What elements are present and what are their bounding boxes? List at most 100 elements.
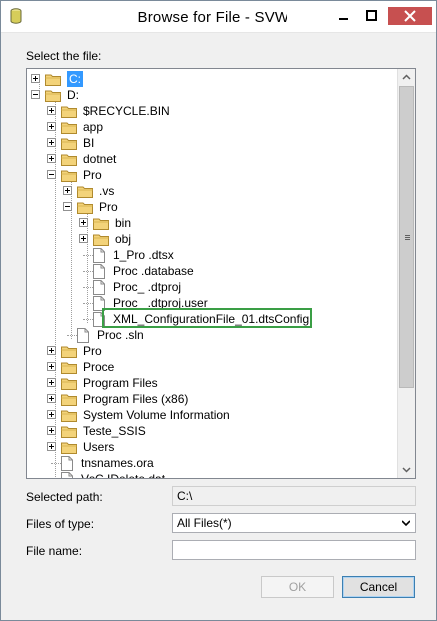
- expand-icon[interactable]: [47, 106, 56, 115]
- folder-icon: [61, 169, 77, 182]
- file-tree[interactable]: C: D: $RECYCLE.BIN app BI dotnet Pro .vs Pro bin o…: [26, 68, 416, 479]
- files-of-type-value: All Files(*): [177, 516, 232, 530]
- tree-item-label: Proc_ .dtproj: [113, 280, 182, 294]
- tree-scrollbar[interactable]: [397, 69, 415, 478]
- tree-folder-item[interactable]: $RECYCLE.BIN: [27, 103, 395, 119]
- expand-icon[interactable]: [47, 426, 56, 435]
- select-file-label: Select the file:: [26, 49, 102, 63]
- expand-icon[interactable]: [79, 234, 88, 243]
- folder-icon: [77, 201, 93, 214]
- highlight-annotation-box: [102, 308, 312, 328]
- tree-folder-item[interactable]: bin: [27, 215, 395, 231]
- folder-icon: [61, 137, 77, 150]
- chevron-up-icon: [402, 74, 411, 80]
- tree-folder-item[interactable]: Pro: [27, 343, 395, 359]
- tree-file-item[interactable]: tnsnames.ora: [27, 455, 395, 471]
- close-icon: [404, 10, 416, 22]
- tree-folder-item[interactable]: Teste_SSIS: [27, 423, 395, 439]
- tree-folder-item[interactable]: C:: [27, 71, 395, 87]
- folder-icon: [93, 217, 109, 230]
- file-icon: [77, 328, 89, 343]
- expand-icon[interactable]: [47, 410, 56, 419]
- tree-connector: [83, 319, 93, 320]
- tree-folder-item[interactable]: Program Files (x86): [27, 391, 395, 407]
- tree-item-label: 1_Pro .dtsx: [113, 248, 174, 262]
- expand-icon[interactable]: [47, 362, 56, 371]
- folder-icon: [77, 185, 93, 198]
- selected-path-field: C:\: [172, 486, 416, 506]
- tree-folder-item[interactable]: BI: [27, 135, 395, 151]
- maximize-button[interactable]: [358, 7, 385, 25]
- tree-folder-item[interactable]: obj: [27, 231, 395, 247]
- tree-folder-item[interactable]: Pro: [27, 167, 395, 183]
- expand-icon[interactable]: [79, 218, 88, 227]
- expand-icon[interactable]: [47, 138, 56, 147]
- tree-connector: [83, 271, 93, 272]
- tree-folder-item[interactable]: System Volume Information: [27, 407, 395, 423]
- tree-item-label: Users: [83, 440, 115, 454]
- expand-icon[interactable]: [47, 346, 56, 355]
- tree-item-label: System Volume Information: [83, 408, 230, 422]
- folder-icon: [61, 441, 77, 454]
- drive-folder-icon: [45, 89, 61, 102]
- folder-icon: [61, 153, 77, 166]
- folder-icon: [61, 409, 77, 422]
- tree-file-item[interactable]: Proc .database: [27, 263, 395, 279]
- tree-folder-item[interactable]: .vs: [27, 183, 395, 199]
- collapse-icon[interactable]: [47, 170, 56, 179]
- tree-item-label: $RECYCLE.BIN: [83, 104, 170, 118]
- folder-icon: [61, 121, 77, 134]
- folder-icon: [61, 345, 77, 358]
- tree-folder-item[interactable]: Program Files: [27, 375, 395, 391]
- expand-icon[interactable]: [63, 186, 72, 195]
- tree-item-label: BI: [83, 136, 95, 150]
- folder-icon: [93, 233, 109, 246]
- title-bar[interactable]: Browse for File - SVWS: [1, 1, 436, 33]
- tree-item-label: .vs: [99, 184, 115, 198]
- scroll-up-button[interactable]: [398, 69, 415, 86]
- expand-icon[interactable]: [47, 394, 56, 403]
- tree-file-item[interactable]: Proc .sln: [27, 327, 395, 343]
- tree-item-label: Teste_SSIS: [83, 424, 146, 438]
- tree-item-label: tnsnames.ora: [81, 456, 154, 470]
- file-icon: [61, 456, 73, 471]
- tree-file-item[interactable]: 1_Pro .dtsx: [27, 247, 395, 263]
- file-icon: [61, 472, 73, 478]
- tree-folder-item[interactable]: D:: [27, 87, 395, 103]
- scroll-down-button[interactable]: [398, 461, 415, 478]
- tree-folder-item[interactable]: dotnet: [27, 151, 395, 167]
- tree-connector: [83, 303, 93, 304]
- files-of-type-select[interactable]: All Files(*): [172, 513, 416, 533]
- tree-folder-item[interactable]: Pro: [27, 199, 395, 215]
- file-name-input[interactable]: [172, 540, 416, 560]
- expand-icon[interactable]: [47, 378, 56, 387]
- tree-item-label: Program Files: [83, 376, 158, 390]
- tree-item-label: Proc .database: [113, 264, 194, 278]
- expand-icon[interactable]: [47, 122, 56, 131]
- expand-icon[interactable]: [47, 154, 56, 163]
- browse-dialog: Browse for File - SVWS Select the file: …: [0, 0, 437, 621]
- tree-file-item[interactable]: Proc_ .dtproj: [27, 279, 395, 295]
- minimize-button[interactable]: [330, 7, 357, 25]
- tree-folder-item[interactable]: Users: [27, 439, 395, 455]
- file-icon: [93, 264, 105, 279]
- tree-file-item[interactable]: VsC.IDelete.dat: [27, 471, 395, 478]
- selected-path-label: Selected path:: [26, 490, 103, 504]
- collapse-icon[interactable]: [31, 90, 40, 99]
- tree-item-label: Program Files (x86): [83, 392, 189, 406]
- tree-item-label: D:: [67, 88, 79, 102]
- tree-folder-item[interactable]: Proce: [27, 359, 395, 375]
- tree-item-label: Pro: [83, 344, 102, 358]
- expand-icon[interactable]: [47, 442, 56, 451]
- folder-icon: [61, 105, 77, 118]
- scroll-thumb[interactable]: [399, 86, 414, 388]
- tree-item-label: app: [83, 120, 104, 134]
- close-button[interactable]: [388, 7, 432, 25]
- file-name-label: File name:: [26, 544, 83, 558]
- ok-button[interactable]: OK: [261, 576, 334, 598]
- expand-icon[interactable]: [31, 74, 40, 83]
- collapse-icon[interactable]: [63, 202, 72, 211]
- tree-folder-item[interactable]: app: [27, 119, 395, 135]
- cancel-button[interactable]: Cancel: [342, 576, 415, 598]
- tree-connector: [83, 255, 93, 256]
